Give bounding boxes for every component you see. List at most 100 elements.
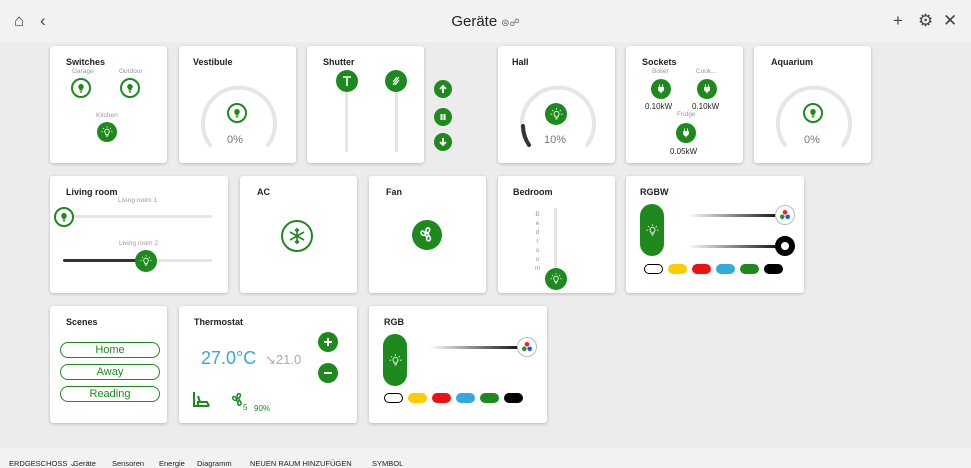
swatch-white[interactable] xyxy=(644,264,663,274)
tab-sensoren[interactable]: Sensoren xyxy=(112,459,144,468)
bedroom-vertical-label: Bedroom xyxy=(535,211,541,272)
living-room-2-handle[interactable] xyxy=(135,250,157,272)
current-temperature: 27.0°C xyxy=(201,348,257,368)
swatch-black[interactable] xyxy=(504,393,523,403)
card-title: RGB xyxy=(384,317,404,327)
card-title: Shutter xyxy=(323,57,355,67)
card-title: Living room xyxy=(66,187,118,197)
rgb-color-slider[interactable] xyxy=(429,346,527,349)
aquarium-light-button[interactable] xyxy=(803,103,823,123)
boiler-power: 0.10kW xyxy=(645,102,673,111)
chair-mode-icon[interactable] xyxy=(191,390,213,410)
shutter-stop-button[interactable] xyxy=(434,108,452,126)
swatch-blue[interactable] xyxy=(716,264,735,274)
rgbw-power-button[interactable] xyxy=(640,204,664,256)
vestibule-card: Vestibule 0% xyxy=(179,46,296,163)
rgbw-white-handle[interactable] xyxy=(775,236,795,256)
swatch-yellow[interactable] xyxy=(408,393,427,403)
fridge-socket-button[interactable] xyxy=(676,123,696,143)
swatch-red[interactable] xyxy=(692,264,711,274)
swatch-green[interactable] xyxy=(480,393,499,403)
ac-toggle-button[interactable] xyxy=(281,220,313,252)
card-title: AC xyxy=(257,187,270,197)
boiler-socket-button[interactable] xyxy=(651,79,671,99)
living-room-card: Living room Living room 1 Living room 2 xyxy=(50,176,228,293)
card-title: Thermostat xyxy=(194,317,244,327)
shutter-up-button[interactable] xyxy=(434,80,452,98)
dimmer-value: 0% xyxy=(804,134,820,146)
blinds-icon xyxy=(392,76,400,86)
tab-energie[interactable]: Energie xyxy=(159,459,185,468)
rgbw-white-slider[interactable] xyxy=(688,245,786,248)
temperature-down-button[interactable] xyxy=(318,363,338,383)
living-room-1-label: Living room 1 xyxy=(118,197,158,204)
rgb-power-button[interactable] xyxy=(383,334,407,386)
bedroom-slider-handle[interactable] xyxy=(545,268,567,290)
rgbw-color-handle[interactable] xyxy=(775,205,795,225)
add-icon[interactable]: + xyxy=(893,11,903,31)
fan-toggle-button[interactable] xyxy=(412,220,442,250)
kitchen-switch-button[interactable] xyxy=(97,122,117,142)
switches-card: Switches Garage Outdoor Kitchen xyxy=(50,46,167,163)
fridge-power: 0.05kW xyxy=(670,147,698,156)
shutter-down-button[interactable] xyxy=(434,133,452,151)
swatch-black[interactable] xyxy=(764,264,783,274)
living-room-1-slider[interactable] xyxy=(63,215,212,218)
snowflake-icon xyxy=(289,228,305,244)
boiler-label: Boiler xyxy=(652,68,669,75)
rgbw-card: RGBW xyxy=(626,176,804,293)
card-title: Switches xyxy=(66,57,106,67)
swatch-blue[interactable] xyxy=(456,393,475,403)
bulb-icon xyxy=(231,107,243,119)
bulb-icon xyxy=(124,82,136,94)
room-tabs-bar: ERDGESCHOSS ⌄ Geräte Sensoren Energie Di… xyxy=(0,448,971,468)
swatch-red[interactable] xyxy=(432,393,451,403)
tab-diagramm[interactable]: Diagramm xyxy=(197,459,232,468)
outdoor-switch-button[interactable] xyxy=(120,78,140,98)
rgbw-color-slider[interactable] xyxy=(688,214,786,217)
settings-icon[interactable]: ⚙ xyxy=(918,11,933,31)
scene-away-button[interactable]: Away xyxy=(60,364,160,380)
tab-symbol[interactable]: SYMBOL xyxy=(372,459,403,468)
swatch-green[interactable] xyxy=(740,264,759,274)
vestibule-light-button[interactable] xyxy=(227,103,247,123)
garage-label: Garage xyxy=(72,68,94,75)
dimmer-value: 10% xyxy=(544,134,567,146)
bulb-on-icon xyxy=(388,353,403,368)
fridge-label: Fridge xyxy=(677,111,696,118)
page-title: Geräte ⊜☍ xyxy=(451,13,520,30)
humidity-value: 90% xyxy=(254,404,271,413)
color-palette-icon xyxy=(780,210,790,220)
swatch-yellow[interactable] xyxy=(668,264,687,274)
scenes-card: Scenes Home Away Reading xyxy=(50,306,167,423)
target-temperature: ↘21.0 xyxy=(265,352,302,367)
add-room-button[interactable]: NEUEN RAUM HINZUFÜGEN xyxy=(250,459,352,468)
card-title: RGBW xyxy=(640,187,669,197)
bulb-on-icon xyxy=(645,223,660,238)
kitchen-label: Kitchen xyxy=(96,112,118,119)
living-room-1-handle[interactable] xyxy=(54,207,74,227)
scene-reading-button[interactable]: Reading xyxy=(60,386,160,402)
shutter-closed-icon xyxy=(343,76,351,86)
thermostat-card: Thermostat 27.0°C ↘21.0 5 90% xyxy=(179,306,357,423)
bulb-icon xyxy=(75,82,87,94)
shutter-slider-handle[interactable] xyxy=(336,70,358,92)
swatch-white[interactable] xyxy=(384,393,403,403)
tilt-slider-handle[interactable] xyxy=(385,70,407,92)
fan-level: 5 xyxy=(243,403,248,412)
close-icon[interactable]: ✕ xyxy=(943,11,957,31)
card-title: Fan xyxy=(386,187,403,197)
hall-card: Hall 10% xyxy=(498,46,615,163)
rgb-color-handle[interactable] xyxy=(517,337,537,357)
hall-light-button[interactable] xyxy=(545,103,567,125)
scene-home-button[interactable]: Home xyxy=(60,342,160,358)
tab-floor-selector[interactable]: ERDGESCHOSS ⌄ xyxy=(9,459,76,468)
dimmer-value: 0% xyxy=(227,134,243,146)
fan-icon xyxy=(420,227,432,242)
cook-socket-button[interactable] xyxy=(697,79,717,99)
temperature-up-button[interactable] xyxy=(318,332,338,352)
aquarium-card: Aquarium 0% xyxy=(754,46,871,163)
garage-switch-button[interactable] xyxy=(71,78,91,98)
bulb-on-icon xyxy=(100,125,114,139)
tab-geraete[interactable]: Geräte xyxy=(73,459,96,468)
